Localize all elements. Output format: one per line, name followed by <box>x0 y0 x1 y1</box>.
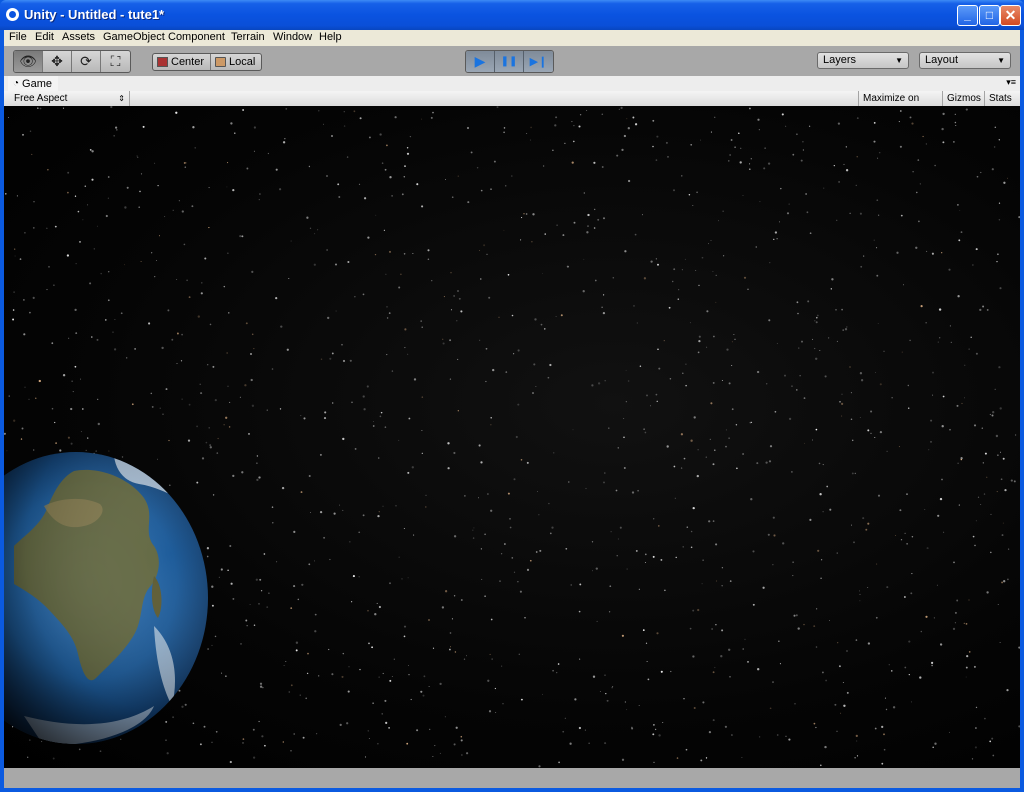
step-icon: ▶❙ <box>529 56 548 68</box>
menu-edit[interactable]: Edit <box>35 31 54 43</box>
pivot-local-button[interactable]: Local <box>211 54 261 70</box>
menu-bar: File Edit Assets GameObject Component Te… <box>4 30 1020 46</box>
pause-icon: ❚❚ <box>500 56 518 67</box>
maximize-button[interactable]: □ <box>979 5 1000 26</box>
menu-assets[interactable]: Assets <box>62 31 95 43</box>
pivot-toggles: Center Local <box>152 53 263 71</box>
play-icon: ▶ <box>474 53 486 69</box>
chevron-down-icon: ▼ <box>895 56 903 65</box>
layout-dropdown[interactable]: Layout ▼ <box>919 52 1011 69</box>
window-title: Unity - Untitled - tute1* <box>24 7 165 22</box>
tab-game[interactable]: ◔ Game <box>8 76 59 91</box>
tab-game-label: Game <box>22 77 53 90</box>
cube-icon <box>215 57 227 67</box>
play-button[interactable]: ▶ <box>466 51 495 72</box>
menu-help[interactable]: Help <box>319 31 342 43</box>
view-tool-eye-icon[interactable]: 👁 <box>14 51 43 72</box>
menu-terrain[interactable]: Terrain <box>231 31 265 43</box>
layout-label: Layout <box>925 54 959 66</box>
scene-render <box>4 106 1020 768</box>
move-tool-move-icon[interactable]: ✥ <box>43 51 72 72</box>
title-bar[interactable]: Unity - Untitled - tute1* _ □ ✕ <box>0 0 1024 30</box>
gizmos-toggle[interactable]: Gizmos <box>942 91 984 106</box>
aspect-dropdown[interactable]: Free Aspect ⇕ <box>8 91 130 106</box>
aspect-label: Free Aspect <box>14 93 68 104</box>
menu-file[interactable]: File <box>9 31 27 43</box>
pivot-local-label: Local <box>229 56 256 68</box>
pause-button[interactable]: ❚❚ <box>495 51 524 72</box>
toolbar: 👁 ✥ ⟳ ⛶ Center Local ▶ ❚❚ ▶❙ Layers ▼ La <box>4 46 1020 77</box>
transform-tools: 👁 ✥ ⟳ ⛶ <box>13 50 131 73</box>
close-button[interactable]: ✕ <box>1000 5 1021 26</box>
playback-controls: ▶ ❚❚ ▶❙ <box>465 50 554 73</box>
pivot-center-label: Center <box>171 56 205 68</box>
pivot-center-button[interactable]: Center <box>153 54 212 70</box>
maximize-on-play-toggle[interactable]: Maximize on Play <box>858 91 942 119</box>
step-button[interactable]: ▶❙ <box>524 51 553 72</box>
scale-tool-scale-icon[interactable]: ⛶ <box>101 51 130 72</box>
game-viewport[interactable] <box>4 106 1020 768</box>
menu-component[interactable]: Component <box>168 31 225 43</box>
updown-arrow-icon: ⇕ <box>118 94 125 103</box>
menu-window[interactable]: Window <box>273 31 312 43</box>
rotate-tool-rotate-icon[interactable]: ⟳ <box>72 51 101 72</box>
earth-planet <box>4 452 208 744</box>
minimize-button[interactable]: _ <box>957 5 978 26</box>
layers-label: Layers <box>823 54 857 66</box>
chevron-down-icon: ▼ <box>997 56 1005 65</box>
game-pacman-icon: ◔ <box>13 78 20 89</box>
menu-gameobject[interactable]: GameObject <box>103 31 165 43</box>
unity-logo-icon <box>6 8 19 21</box>
unity-window: Unity - Untitled - tute1* _ □ ✕ File Edi… <box>0 0 1024 792</box>
layers-dropdown[interactable]: Layers ▼ <box>817 52 909 69</box>
stats-toggle[interactable]: Stats <box>984 91 1016 106</box>
status-bar <box>4 768 1020 788</box>
pivot-icon <box>157 57 168 67</box>
game-view-toolbar: Free Aspect ⇕ Maximize on Play Gizmos St… <box>4 91 1020 119</box>
game-panel-header: ◔ Game ▾≡ <box>4 76 1020 92</box>
panel-menu-icon[interactable]: ▾≡ <box>1006 77 1016 88</box>
